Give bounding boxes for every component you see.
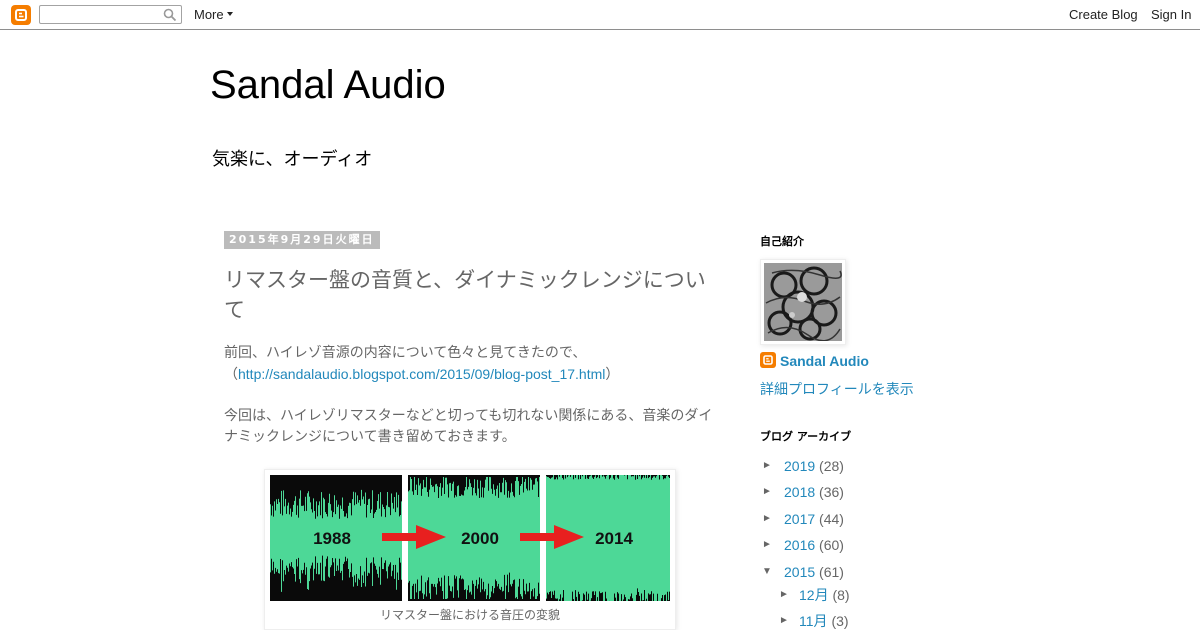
search-icon[interactable] (163, 8, 177, 22)
profile-photo-image (764, 263, 842, 342)
post-paragraph-2: 今回は、ハイレゾリマスターなどと切っても切れない関係にある、音楽のダイナミックレ… (224, 408, 713, 445)
archive-month-link[interactable]: 11月 (799, 613, 828, 629)
blog-title[interactable]: Sandal Audio (210, 62, 446, 108)
navbar: More Create Blog Sign In (0, 0, 1200, 30)
waveform-comparison-image[interactable]: 1988 2000 2014 (270, 475, 670, 601)
archive-count: (28) (819, 458, 844, 474)
sign-in-link[interactable]: Sign In (1151, 7, 1191, 22)
archive-year-link[interactable]: 2016 (784, 537, 815, 553)
search-box[interactable] (39, 5, 182, 24)
archive-year-link[interactable]: 2015 (784, 564, 815, 580)
archive-count: (44) (819, 511, 844, 527)
create-blog-link[interactable]: Create Blog (1069, 7, 1138, 22)
profile-photo[interactable] (760, 259, 846, 345)
blogger-profile-icon (760, 352, 776, 368)
archive-count: (8) (832, 587, 850, 603)
archive-count: (61) (819, 564, 844, 580)
post-date: 2015年9月29日火曜日 (224, 231, 380, 249)
archive-year-link[interactable]: 2019 (784, 458, 815, 474)
chevron-down-icon[interactable] (227, 12, 233, 16)
expand-toggle-icon[interactable]: ► (762, 535, 776, 555)
archive-count: (3) (831, 613, 849, 629)
archive-year-link[interactable]: 2018 (784, 484, 815, 500)
expand-toggle-icon[interactable]: ► (779, 585, 793, 605)
expand-toggle-icon[interactable]: ► (762, 482, 776, 502)
collapse-toggle-icon[interactable]: ▼ (762, 562, 776, 582)
archive-year-link[interactable]: 2017 (784, 511, 815, 527)
profile-widget-title: 自己紹介 (760, 235, 804, 248)
expand-toggle-icon[interactable]: ► (762, 456, 776, 476)
archive-widget-title: ブログ アーカイブ (760, 430, 852, 443)
figure-label-1988: 1988 (313, 529, 351, 548)
post-title[interactable]: リマスター盤の音質と、ダイナミックレンジについて (224, 265, 714, 325)
figure-label-2000: 2000 (461, 529, 499, 548)
post-paragraph-1: 前回、ハイレゾ音源の内容について色々と見てきたので、 （http://sanda… (224, 343, 714, 386)
expand-toggle-icon[interactable]: ► (762, 509, 776, 529)
more-menu[interactable]: More (194, 7, 224, 22)
archive-month-link[interactable]: 12月 (799, 587, 829, 603)
search-input[interactable] (44, 7, 160, 22)
blog-description: 気楽に、オーディオ (212, 149, 373, 170)
paren-close: ） (605, 367, 620, 383)
figure-caption: リマスター盤における音圧の変貌 (379, 608, 560, 622)
post-figure[interactable]: 1988 2000 2014 リマスター盤における音圧の変貌 (264, 469, 676, 630)
post-link[interactable]: http://sandalaudio.blogspot.com/2015/09/… (238, 366, 605, 382)
expand-toggle-icon[interactable]: ► (779, 611, 793, 630)
paren-open: （ (224, 367, 238, 383)
figure-label-2014: 2014 (595, 529, 633, 548)
archive-count: (60) (819, 537, 844, 553)
blogger-logo-icon[interactable] (11, 5, 31, 25)
view-profile-link[interactable]: 詳細プロフィールを表示 (760, 379, 914, 399)
archive-count: (36) (819, 484, 844, 500)
post-paragraph-1-text: 前回、ハイレゾ音源の内容について色々と見てきたので、 (224, 345, 587, 361)
profile-name-link[interactable]: Sandal Audio (780, 353, 869, 369)
